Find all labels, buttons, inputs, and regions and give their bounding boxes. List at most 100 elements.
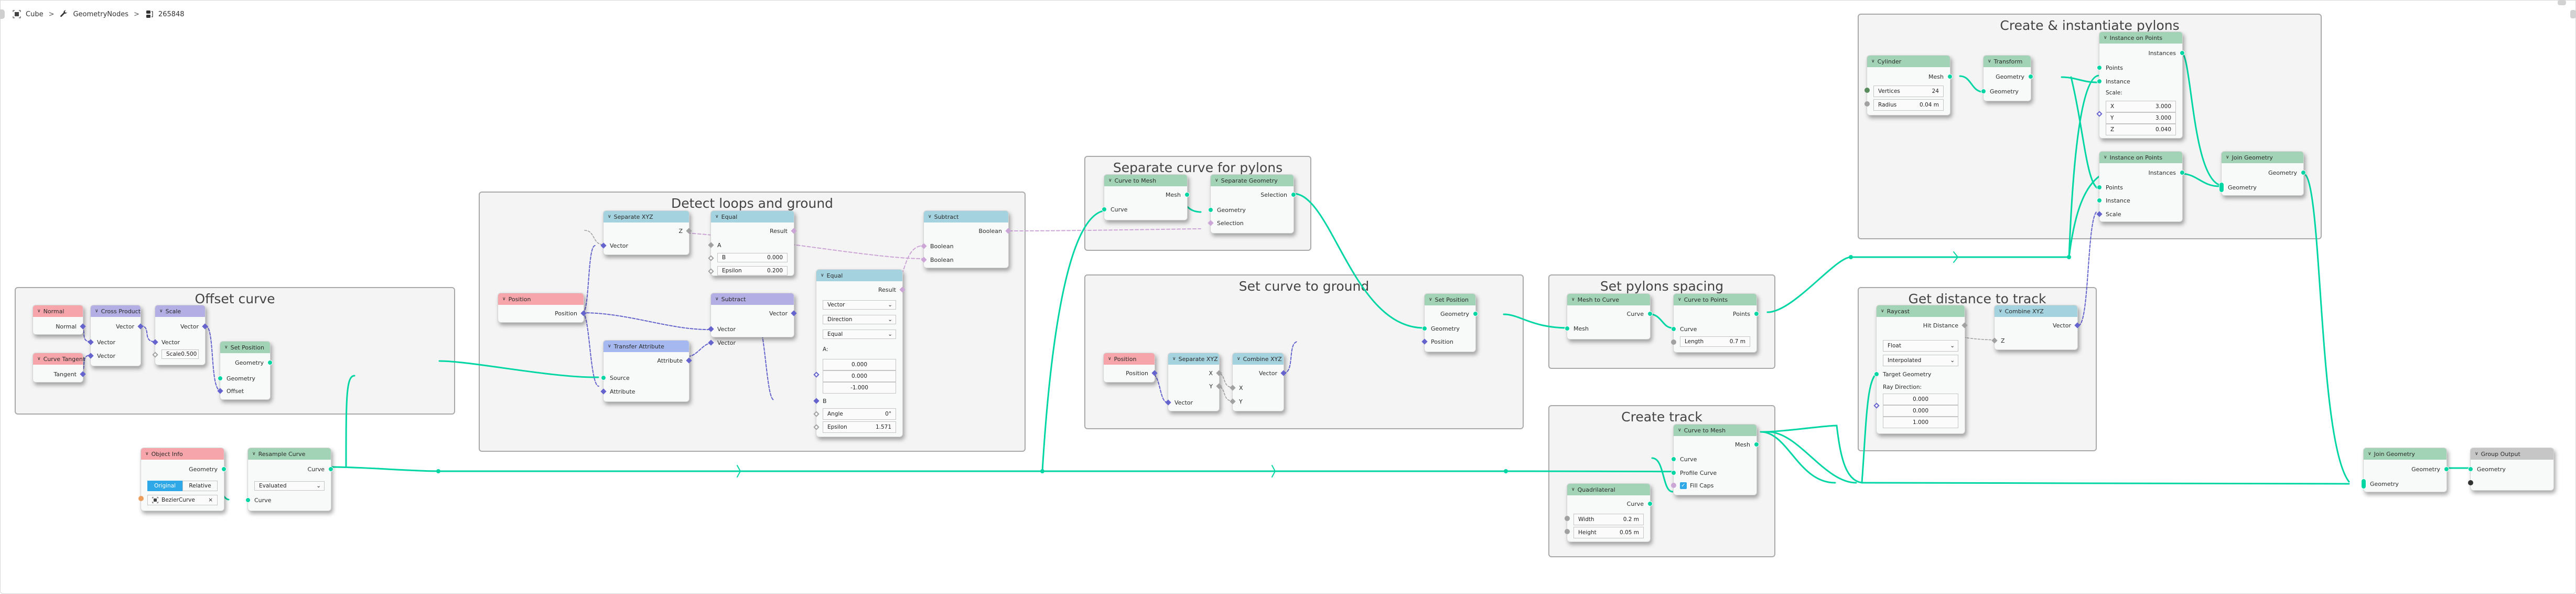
geometry-socket[interactable] <box>1422 326 1427 331</box>
chevron-down-icon[interactable]: ∨ <box>715 296 719 302</box>
node-resample-curve[interactable]: ∨ Resample Curve Curve Evaluated ⌄ Curve <box>245 448 333 511</box>
chevron-down-icon[interactable]: ∨ <box>1215 178 1219 183</box>
fill-caps-checkbox[interactable]: ✓ <box>1680 482 1687 489</box>
epsilon-field[interactable]: Epsilon 0.200 <box>717 266 788 275</box>
multi-geometry-socket[interactable] <box>2361 479 2366 489</box>
scroll-handle-top[interactable] <box>2558 0 2566 5</box>
breadcrumb-modifier[interactable]: GeometryNodes <box>59 9 128 19</box>
geometry-socket[interactable] <box>1947 74 1953 79</box>
chevron-down-icon[interactable]: ∨ <box>608 344 611 349</box>
geometry-socket[interactable] <box>1874 372 1879 377</box>
node-position-2[interactable]: ∨ Position Position <box>1103 353 1158 383</box>
node-set-position[interactable]: ∨ Set Position Geometry Geometry Offset <box>217 341 273 400</box>
geometry-socket[interactable] <box>1102 207 1107 212</box>
chevron-down-icon[interactable]: ∨ <box>502 296 506 302</box>
a-x-field[interactable]: 0.000 <box>823 359 896 370</box>
node-subtract-vector[interactable]: ∨ Subtract Vector Vector Vector <box>708 293 797 346</box>
node-curve-tangent[interactable]: ∨ Curve Tangent Tangent <box>33 353 86 383</box>
breadcrumb-node-tree[interactable]: 265848 <box>145 9 185 19</box>
geometry-socket[interactable] <box>1671 326 1676 332</box>
width-field[interactable]: Width 0.2 m <box>1573 514 1644 525</box>
data-type-dropdown[interactable]: Float ⌄ <box>1883 340 1958 352</box>
geometry-socket[interactable] <box>1291 192 1296 197</box>
geometry-socket[interactable] <box>2028 74 2033 79</box>
geometry-socket[interactable] <box>1208 207 1213 213</box>
node-transfer-attribute[interactable]: ∨ Transfer Attribute Attribute Source Att… <box>600 340 692 402</box>
chevron-down-icon[interactable]: ∨ <box>2104 35 2107 40</box>
float-socket[interactable] <box>1864 101 1870 107</box>
dir-z-field[interactable]: 1.000 <box>1883 417 1958 428</box>
geometry-socket[interactable] <box>2180 50 2185 56</box>
chevron-down-icon[interactable]: ∨ <box>1172 356 1176 362</box>
geometry-socket[interactable] <box>1565 326 1570 331</box>
chevron-down-icon[interactable]: ∨ <box>224 345 228 350</box>
node-header[interactable]: ∨ Cross Product <box>91 305 141 317</box>
chevron-down-icon[interactable]: ∨ <box>1571 297 1575 302</box>
object-picker[interactable]: BezierCurve × <box>147 495 218 505</box>
geometry-socket[interactable] <box>1754 311 1759 316</box>
chevron-down-icon[interactable]: ∨ <box>145 451 149 457</box>
chevron-down-icon[interactable]: ∨ <box>37 356 41 362</box>
geometry-socket[interactable] <box>601 375 606 380</box>
vertices-field[interactable]: Vertices 24 <box>1873 86 1944 97</box>
geometry-socket[interactable] <box>2468 466 2473 472</box>
chevron-down-icon[interactable]: ∨ <box>37 309 41 314</box>
clear-object-icon[interactable]: × <box>208 497 213 503</box>
geometry-socket[interactable] <box>1981 89 1986 94</box>
node-equal[interactable]: ∨ Equal Result A B 0.000 Epsilon 0.200 <box>708 210 797 276</box>
geometry-socket[interactable] <box>1671 470 1676 475</box>
chevron-down-icon[interactable]: ∨ <box>2475 451 2478 457</box>
chevron-down-icon[interactable]: ∨ <box>1871 59 1875 64</box>
a-z-field[interactable]: -1.000 <box>823 382 896 394</box>
node-combine-xyz-2[interactable]: ∨ Combine XYZ Vector Z <box>1991 305 2081 350</box>
node-instance-on-points-2[interactable]: ∨ Instance on Points Instances Points Ins… <box>2096 151 2185 222</box>
node-cross-product[interactable]: ∨ Cross Product Vector Vector Vector <box>88 305 144 366</box>
chevron-down-icon[interactable]: ∨ <box>95 309 99 314</box>
chevron-down-icon[interactable]: ∨ <box>252 451 256 457</box>
scale-y-field[interactable]: Y 3.000 <box>2106 112 2176 124</box>
node-cylinder[interactable]: ∨ Cylinder Mesh Vertices 24 Radius 0.04 m <box>1864 55 1953 115</box>
node-separate-geometry[interactable]: ∨ Separate Geometry Selection Geometry Se… <box>1208 174 1296 234</box>
radius-field[interactable]: Radius 0.04 m <box>1873 99 1944 111</box>
geometry-socket[interactable] <box>328 466 333 472</box>
float-socket[interactable] <box>1671 340 1676 345</box>
node-curve-to-mesh-2[interactable]: ∨ Curve to Mesh Mesh Curve Profile Curve … <box>1671 424 1759 495</box>
height-field[interactable]: Height 0.05 m <box>1573 527 1644 538</box>
geometry-socket[interactable] <box>218 376 223 381</box>
a-y-field[interactable]: 0.000 <box>823 370 896 382</box>
geometry-socket[interactable] <box>2180 170 2185 175</box>
node-position[interactable]: ∨ Position Position <box>498 293 587 323</box>
float-socket[interactable] <box>1565 516 1570 521</box>
dir-x-field[interactable]: 0.000 <box>1883 394 1958 405</box>
mapping-dropdown[interactable]: Interpolated ⌄ <box>1883 355 1958 366</box>
node-quadrilateral[interactable]: ∨ Quadrilateral Curve Width 0.2 m Height 0.… <box>1565 483 1653 542</box>
geometry-socket[interactable] <box>1647 501 1653 506</box>
node-combine-xyz[interactable]: ∨ Combine XYZ Vector X Y <box>1230 353 1287 411</box>
scale-z-field[interactable]: Z 0.040 <box>2106 124 2176 135</box>
chevron-down-icon[interactable]: ∨ <box>1237 356 1241 362</box>
scale-x-field[interactable]: X 3.000 <box>2106 101 2176 112</box>
empty-socket[interactable] <box>2468 480 2473 485</box>
node-header[interactable]: ∨ Set Position <box>220 342 270 353</box>
chevron-down-icon[interactable]: ∨ <box>1988 59 1991 64</box>
node-header[interactable]: ∨ Object Info <box>141 448 224 460</box>
node-header[interactable]: ∨ Normal <box>33 305 83 317</box>
node-curve-to-points[interactable]: ∨ Curve to Points Points Curve Length 0.7 … <box>1671 293 1759 353</box>
chevron-down-icon[interactable]: ∨ <box>715 214 719 219</box>
node-separate-xyz[interactable]: ∨ Separate XYZ Z Vector <box>600 210 692 255</box>
geometry-socket[interactable] <box>1754 442 1759 447</box>
boolean-socket[interactable] <box>1671 483 1676 488</box>
node-subtract-boolean[interactable]: ∨ Subtract Boolean Boolean Boolean <box>921 210 1011 268</box>
node-instance-on-points[interactable]: ∨ Instance on Points Instances Points Ins… <box>2096 31 2185 139</box>
node-header[interactable]: ∨ Scale <box>155 305 205 317</box>
geometry-socket[interactable] <box>2097 198 2102 203</box>
geometry-socket[interactable] <box>2444 466 2449 472</box>
chevron-down-icon[interactable]: ∨ <box>1571 487 1575 492</box>
chevron-down-icon[interactable]: ∨ <box>1429 297 1432 302</box>
chevron-down-icon[interactable]: ∨ <box>1881 309 1884 314</box>
chevron-down-icon[interactable]: ∨ <box>1678 428 1682 433</box>
node-group-output[interactable]: ∨ Group Output Geometry <box>2468 448 2554 491</box>
mode-dropdown[interactable]: Evaluated ⌄ <box>254 481 325 491</box>
node-object-info[interactable]: ∨ Object Info Geometry Original Relative … <box>138 448 227 511</box>
chevron-down-icon[interactable]: ∨ <box>2226 155 2229 160</box>
